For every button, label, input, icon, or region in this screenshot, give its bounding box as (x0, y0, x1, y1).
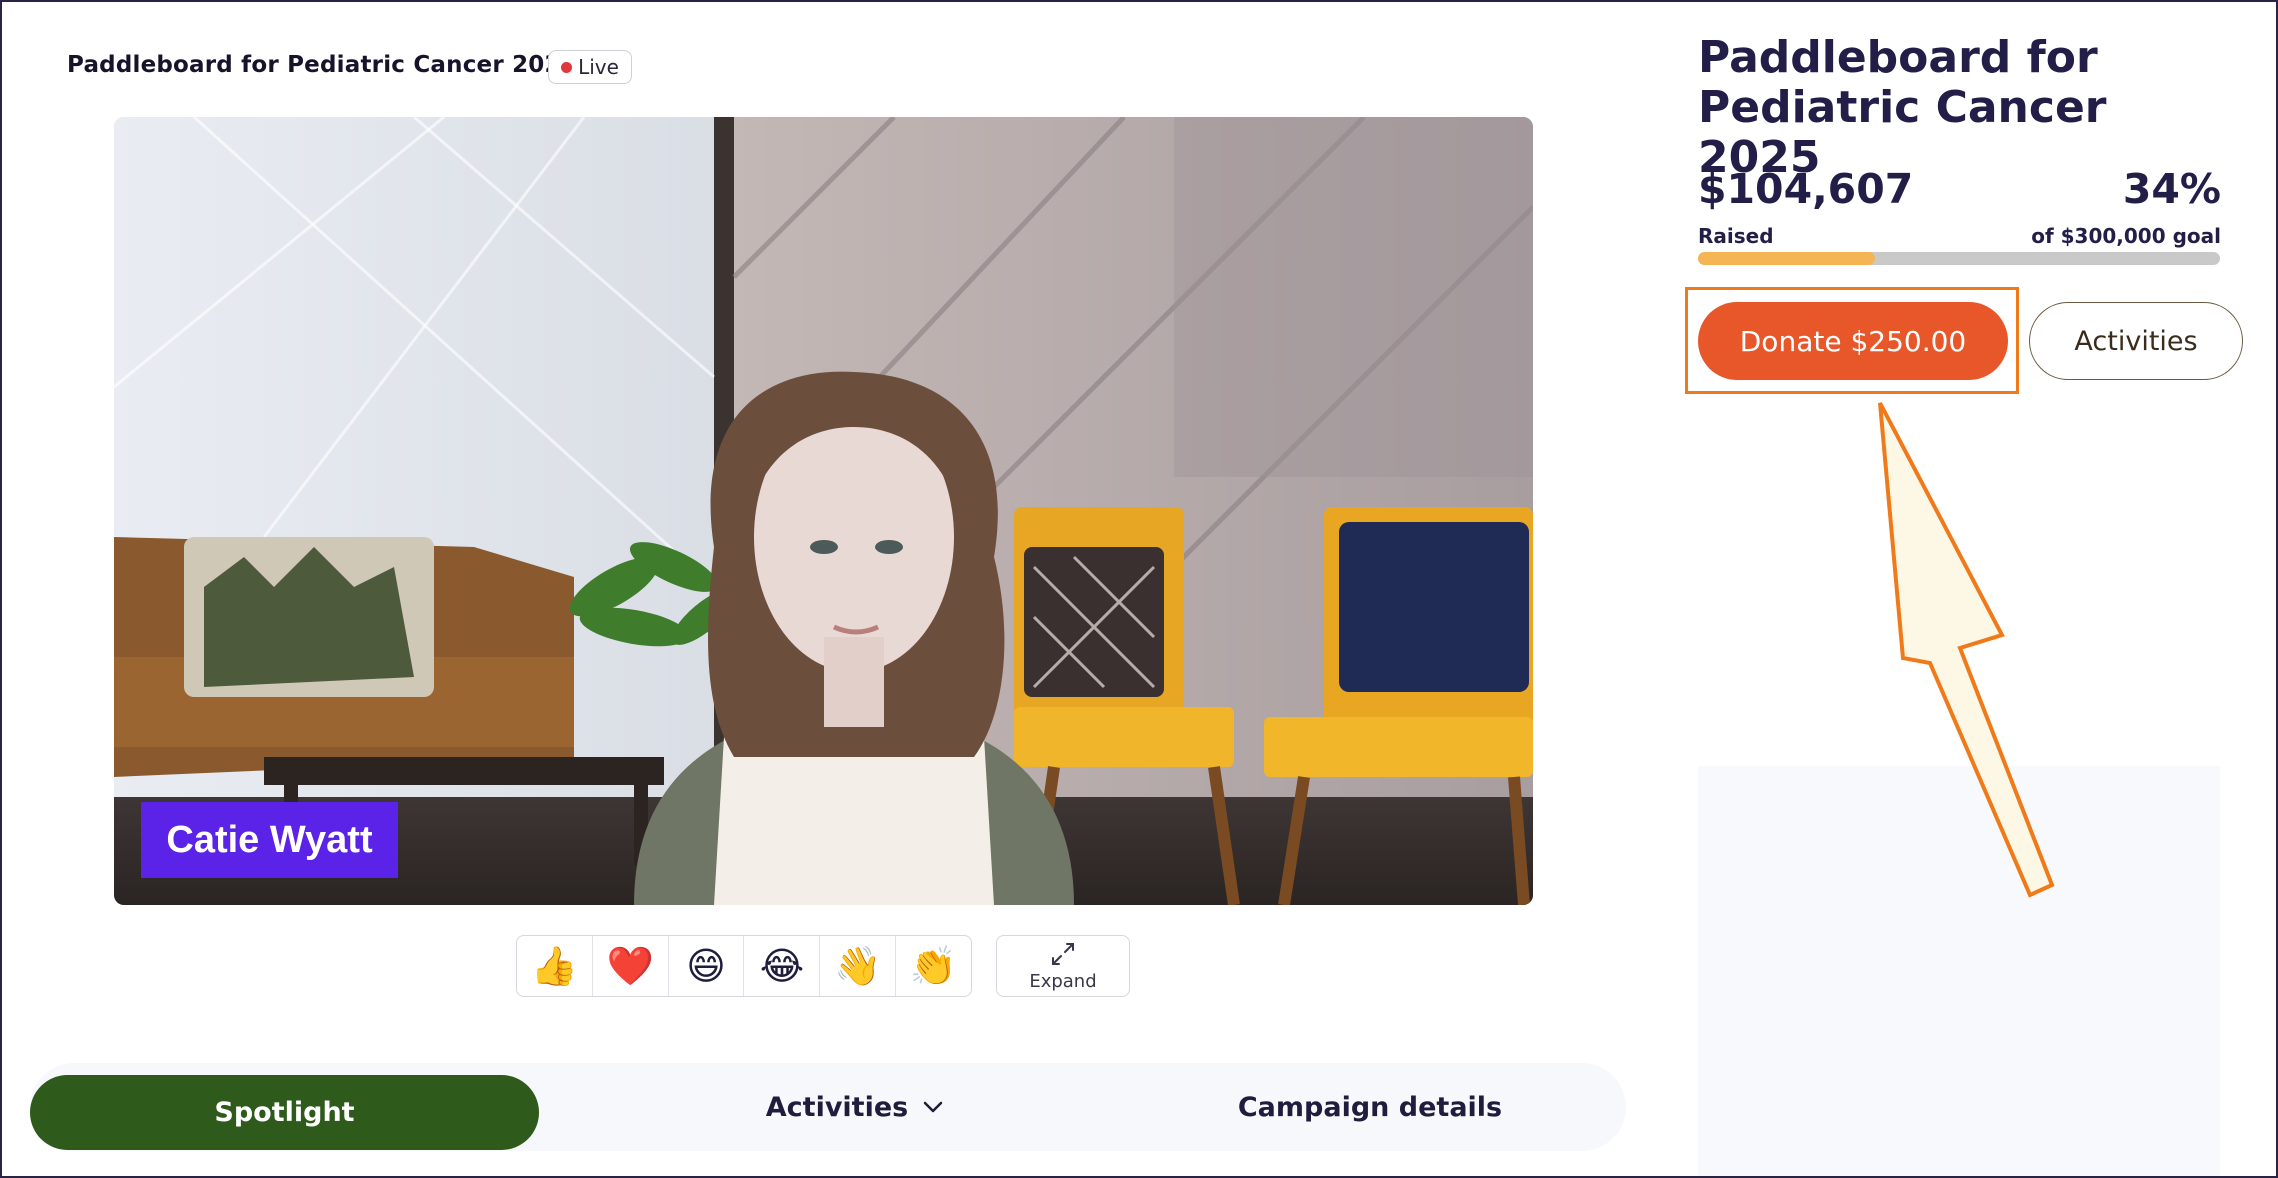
goal-label: of $300,000 goal (2031, 224, 2221, 248)
tab-spotlight[interactable]: Spotlight (30, 1075, 539, 1150)
stream-title: Paddleboard for Pediatric Cancer 2025 (67, 52, 577, 78)
activities-button[interactable]: Activities (2029, 302, 2243, 380)
tab-activities[interactable]: Activities (670, 1063, 1040, 1151)
pointer-arrow-annotation (1878, 402, 2055, 898)
video-player[interactable]: Catie Wyatt (114, 117, 1533, 905)
tab-activities-label: Activities (765, 1091, 909, 1123)
thumbs-up-icon[interactable]: 👍 (517, 936, 593, 996)
progress-fill (1698, 252, 1876, 265)
live-badge: Live (548, 50, 632, 84)
donate-button[interactable]: Donate $250.00 (1698, 302, 2008, 380)
video-frame-image (114, 117, 1533, 905)
campaign-title: Paddleboard for Pediatric Cancer 2025 (1698, 32, 2107, 183)
clapping-hands-icon[interactable]: 👏 (896, 936, 971, 996)
heart-icon[interactable]: ❤️ (593, 936, 669, 996)
expand-arrows-icon (1052, 942, 1074, 965)
grinning-face-icon[interactable]: 😄 (669, 936, 745, 996)
raised-label: Raised (1698, 224, 1774, 248)
speaker-name-tag: Catie Wyatt (141, 802, 398, 878)
tears-of-joy-icon[interactable]: 😂 (744, 936, 821, 996)
bottom-tab-bar: Spotlight Activities Campaign details (30, 1063, 1626, 1151)
expand-label: Expand (1029, 970, 1097, 992)
goal-percent: 34% (2122, 165, 2221, 213)
raised-amount: $104,607 (1698, 165, 1914, 213)
live-dot-icon (561, 61, 573, 73)
reaction-bar: 👍 ❤️ 😄 😂 👋 👏 (516, 935, 972, 997)
waving-hand-icon[interactable]: 👋 (820, 936, 897, 996)
tab-campaign-details[interactable]: Campaign details (1160, 1063, 1580, 1151)
expand-button[interactable]: Expand (996, 935, 1130, 997)
chevron-down-icon (923, 1101, 943, 1113)
live-label: Live (578, 55, 619, 79)
fundraising-progress-bar (1698, 252, 2220, 265)
